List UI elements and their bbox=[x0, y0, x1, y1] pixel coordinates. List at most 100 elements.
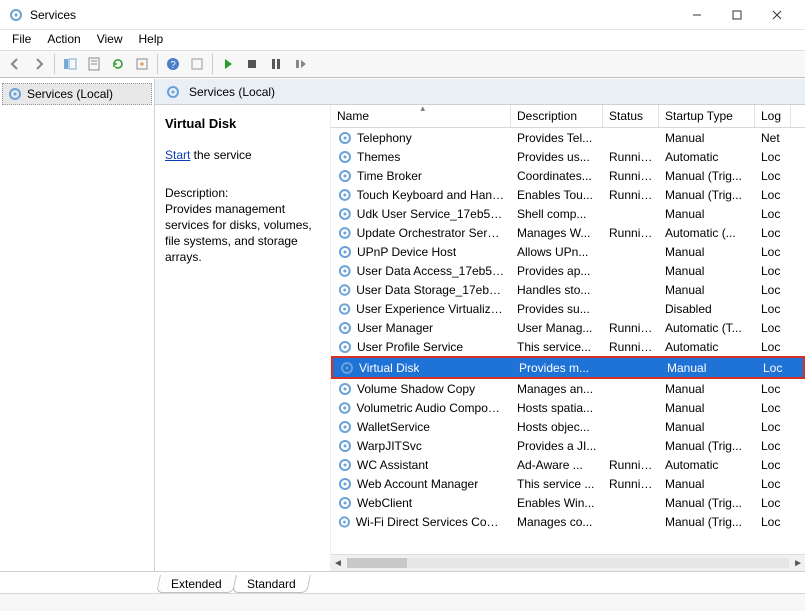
service-name: User Data Storage_17eb52af bbox=[356, 283, 505, 297]
service-row[interactable]: Time BrokerCoordinates...RunningManual (… bbox=[331, 166, 805, 185]
service-name: Web Account Manager bbox=[357, 477, 478, 491]
service-row[interactable]: WalletServiceHosts objec...ManualLoc bbox=[331, 417, 805, 436]
scroll-thumb[interactable] bbox=[347, 558, 407, 568]
service-row[interactable]: WC AssistantAd-Aware ...RunningAutomatic… bbox=[331, 455, 805, 474]
service-name: Touch Keyboard and Hand... bbox=[357, 188, 505, 202]
service-startup: Automatic bbox=[659, 150, 755, 164]
column-headers: Name▴ Description Status Startup Type Lo… bbox=[331, 105, 805, 128]
forward-button[interactable] bbox=[28, 53, 50, 75]
scroll-track[interactable] bbox=[347, 558, 789, 568]
service-startup: Automatic bbox=[659, 458, 755, 472]
gear-icon bbox=[337, 419, 353, 435]
scroll-right-icon[interactable]: ► bbox=[793, 558, 803, 569]
view-tabs: Extended Standard bbox=[0, 571, 805, 593]
service-desc: Manages co... bbox=[511, 515, 603, 529]
menu-file[interactable]: File bbox=[12, 32, 31, 46]
service-row[interactable]: Volume Shadow CopyManages an...ManualLoc bbox=[331, 379, 805, 398]
tree-services-local[interactable]: Services (Local) bbox=[2, 83, 152, 105]
maximize-button[interactable] bbox=[717, 0, 757, 30]
show-hide-tree-button[interactable] bbox=[59, 53, 81, 75]
service-row[interactable]: User Data Storage_17eb52af Handles sto...… bbox=[331, 280, 805, 299]
content-area: Services (Local) Services (Local) Virtua… bbox=[0, 78, 805, 571]
service-logon: Loc bbox=[755, 169, 791, 183]
service-name: Telephony bbox=[357, 131, 412, 145]
service-logon: Loc bbox=[755, 207, 791, 221]
horizontal-scrollbar[interactable]: ◄ ► bbox=[331, 554, 805, 571]
minimize-button[interactable] bbox=[677, 0, 717, 30]
service-desc: Shell comp... bbox=[511, 207, 603, 221]
service-row[interactable]: UPnP Device HostAllows UPn...ManualLoc bbox=[331, 242, 805, 261]
gear-icon bbox=[337, 400, 352, 416]
tab-standard[interactable]: Standard bbox=[232, 575, 311, 593]
service-row[interactable]: Update Orchestrator ServiceManages W...R… bbox=[331, 223, 805, 242]
service-startup: Manual bbox=[659, 420, 755, 434]
service-logon: Loc bbox=[755, 515, 791, 529]
gear-icon bbox=[165, 84, 181, 100]
service-name: Wi-Fi Direct Services Conne... bbox=[356, 515, 505, 529]
window-title: Services bbox=[30, 8, 76, 22]
properties-button[interactable] bbox=[83, 53, 105, 75]
col-name[interactable]: Name▴ bbox=[331, 105, 511, 127]
close-button[interactable] bbox=[757, 0, 797, 30]
service-status: Running bbox=[603, 458, 659, 472]
scroll-left-icon[interactable]: ◄ bbox=[333, 558, 343, 569]
help2-button[interactable] bbox=[186, 53, 208, 75]
service-row[interactable]: User Profile ServiceThis service...Runni… bbox=[331, 337, 805, 356]
service-name: Udk User Service_17eb52af bbox=[357, 207, 505, 221]
start-service-button[interactable] bbox=[217, 53, 239, 75]
service-row[interactable]: User Data Access_17eb52afProvides ap...M… bbox=[331, 261, 805, 280]
service-row[interactable]: WarpJITSvcProvides a JI...Manual (Trig..… bbox=[331, 436, 805, 455]
service-startup: Manual (Trig... bbox=[659, 169, 755, 183]
service-desc: Enables Tou... bbox=[511, 188, 603, 202]
col-logon[interactable]: Log bbox=[755, 105, 791, 127]
gear-icon bbox=[337, 320, 353, 336]
service-logon: Loc bbox=[755, 420, 791, 434]
gear-icon bbox=[7, 86, 23, 102]
service-row[interactable]: User Experience Virtualizati...Provides … bbox=[331, 299, 805, 318]
start-link[interactable]: Start bbox=[165, 148, 190, 162]
service-name: Time Broker bbox=[357, 169, 422, 183]
service-row[interactable]: Touch Keyboard and Hand... Enables Tou...… bbox=[331, 185, 805, 204]
service-desc: User Manag... bbox=[511, 321, 603, 335]
back-button[interactable] bbox=[4, 53, 26, 75]
service-startup: Manual bbox=[659, 283, 755, 297]
service-row[interactable]: WebClientEnables Win...Manual (Trig...Lo… bbox=[331, 493, 805, 512]
service-logon: Loc bbox=[755, 188, 791, 202]
service-startup: Automatic (... bbox=[659, 226, 755, 240]
service-logon: Net bbox=[755, 131, 791, 145]
statusbar bbox=[0, 593, 805, 611]
service-row[interactable]: TelephonyProvides Tel...ManualNet bbox=[331, 128, 805, 147]
rows-container[interactable]: Telephony Provides Tel... Manual Net ThemesP… bbox=[331, 128, 805, 554]
service-desc: Handles sto... bbox=[511, 283, 603, 297]
service-logon: Loc bbox=[755, 226, 791, 240]
service-desc: Manages an... bbox=[511, 382, 603, 396]
right-pane-header: Services (Local) bbox=[155, 79, 805, 105]
service-startup: Manual bbox=[659, 401, 755, 415]
service-row[interactable]: Web Account ManagerThis service ...Runni… bbox=[331, 474, 805, 493]
export-button[interactable] bbox=[131, 53, 153, 75]
service-startup: Manual (Trig... bbox=[659, 515, 755, 529]
pause-service-button[interactable] bbox=[265, 53, 287, 75]
service-desc: Provides Tel... bbox=[511, 131, 603, 145]
help-button[interactable]: ? bbox=[162, 53, 184, 75]
service-row[interactable]: ThemesProvides us...RunningAutomaticLoc bbox=[331, 147, 805, 166]
menu-action[interactable]: Action bbox=[47, 32, 80, 46]
service-desc: Provides a JI... bbox=[511, 439, 603, 453]
gear-icon bbox=[337, 301, 352, 317]
service-row[interactable]: Wi-Fi Direct Services Conne... Manages co… bbox=[331, 512, 805, 531]
refresh-button[interactable] bbox=[107, 53, 129, 75]
service-row[interactable]: Udk User Service_17eb52afShell comp...Ma… bbox=[331, 204, 805, 223]
tree-root-label: Services (Local) bbox=[27, 87, 113, 101]
service-row[interactable]: User ManagerUser Manag...RunningAutomati… bbox=[331, 318, 805, 337]
menu-view[interactable]: View bbox=[97, 32, 123, 46]
stop-service-button[interactable] bbox=[241, 53, 263, 75]
restart-service-button[interactable] bbox=[289, 53, 311, 75]
col-startup[interactable]: Startup Type bbox=[659, 105, 755, 127]
col-status[interactable]: Status bbox=[603, 105, 659, 127]
gear-icon bbox=[337, 225, 353, 241]
tab-extended[interactable]: Extended bbox=[156, 575, 237, 593]
menu-help[interactable]: Help bbox=[139, 32, 164, 46]
service-row[interactable]: Volumetric Audio Composit...Hosts spatia… bbox=[331, 398, 805, 417]
service-row[interactable]: Virtual DiskProvides m...ManualLoc bbox=[333, 358, 803, 377]
col-description[interactable]: Description bbox=[511, 105, 603, 127]
